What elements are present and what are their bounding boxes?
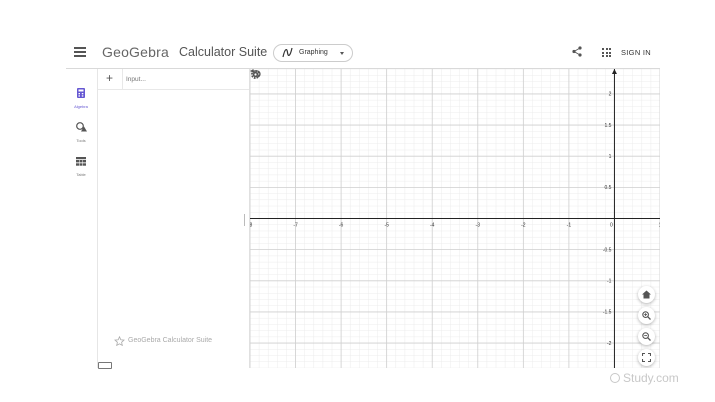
y-tick-label: 1.5 [604,123,611,129]
x-tick-label: -5 [384,223,389,229]
input-divider [122,69,123,89]
app-header: GeoGebra Calculator Suite Graphing SIGN … [66,38,660,68]
graphics-view[interactable]: -8 -7 -6 -5 -4 -3 -2 -1 0 1 2 1.5 1 0.5 -0.5 -1 -1.5 -2 [250,69,660,368]
share-icon[interactable] [572,46,582,57]
sidebar-item-table[interactable]: Table [66,153,96,177]
graphing-icon [282,47,293,58]
add-item-icon[interactable]: + [106,71,113,85]
panel-resize-handle[interactable] [243,214,246,226]
zoom-out-button[interactable] [638,328,655,345]
geogebra-logo: GeoGebra [102,44,169,60]
y-tick-label: -0.5 [603,247,612,253]
algebra-calculator-icon [77,88,85,98]
tools-shapes-icon [75,122,87,132]
algebra-view: + GeoGebra Calculator Suite [98,69,250,368]
geogebra-suite-icon [114,336,125,346]
x-tick-label: -4 [430,223,435,229]
watermark-logo-icon [610,373,620,383]
chevron-down-icon [340,52,344,55]
x-tick-label: -1 [567,223,572,229]
apps-grid-icon[interactable] [602,48,611,57]
sidebar-item-label: Table [76,172,86,177]
y-tick-label: -2 [607,341,612,347]
y-tick-label: -1 [607,279,612,285]
y-axis-arrow [611,69,617,74]
algebra-input-row: + [98,69,249,90]
home-icon [642,290,651,299]
x-tick-label: 1 [659,223,660,229]
suite-footer-label: GeoGebra Calculator Suite [128,337,213,344]
fullscreen-button[interactable] [638,349,655,366]
hamburger-menu-icon[interactable] [74,47,86,57]
y-tick-label: 0.5 [604,185,611,191]
watermark-text: Study.com [623,371,679,385]
zoom-in-icon [642,311,651,320]
app-selector-label: Graphing [299,49,328,56]
sidebar-item-label: Algebra [74,104,88,109]
y-tick-label: -1.5 [603,310,612,316]
zoom-in-button[interactable] [638,307,655,324]
app-selector-dropdown[interactable]: Graphing [273,44,353,62]
sidebar-item-algebra[interactable]: Algebra [66,85,96,109]
algebra-input[interactable] [126,71,244,87]
x-tick-label: 0 [610,223,613,229]
fullscreen-icon [642,353,651,362]
suite-title: Calculator Suite [179,45,268,59]
home-button[interactable] [638,286,655,303]
x-tick-label: -8 [250,223,252,229]
gear-icon[interactable] [250,69,261,80]
x-tick-label: -7 [293,223,298,229]
x-tick-label: -6 [339,223,344,229]
sign-in-button[interactable]: SIGN IN [621,48,651,57]
y-tick-label: 1 [609,154,612,160]
sidebar-item-tools[interactable]: Tools [66,119,96,143]
sidebar-item-label: Tools [76,138,86,143]
table-icon [76,157,86,166]
x-tick-label: -3 [476,223,481,229]
graph-canvas[interactable]: -8 -7 -6 -5 -4 -3 -2 -1 0 1 2 1.5 1 0.5 -0.5 -1 -1.5 -2 [250,69,660,368]
x-tick-label: -2 [521,223,526,229]
zoom-out-icon [642,332,651,341]
view-sidebar: Algebra Tools Table [66,69,98,368]
y-tick-label: 2 [609,92,612,98]
keyboard-icon[interactable] [98,362,112,369]
